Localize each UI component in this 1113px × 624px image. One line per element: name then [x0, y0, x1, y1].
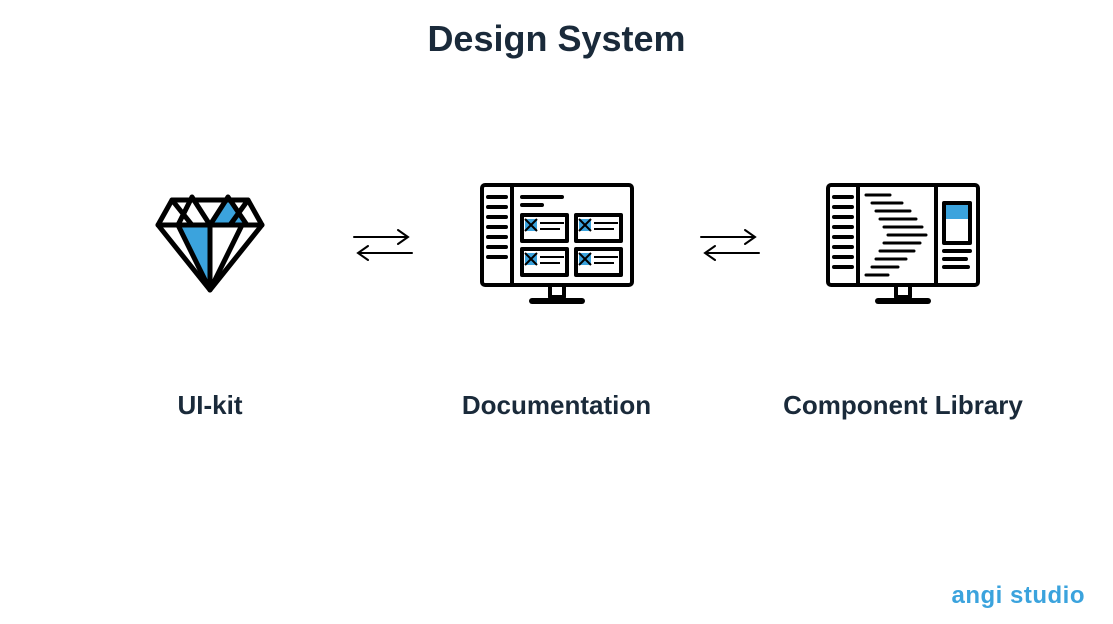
documentation-label: Documentation	[427, 390, 687, 421]
page-title: Design System	[0, 0, 1113, 60]
brand-logo: angi studio	[952, 582, 1086, 610]
labels-row: UI-kit Documentation Component Library	[0, 390, 1113, 421]
component-library-monitor-icon	[818, 170, 988, 320]
diamond-icon	[150, 170, 270, 320]
uikit-label: UI-kit	[80, 390, 340, 421]
bidirectional-arrow-icon	[343, 225, 423, 265]
component-library-column	[773, 170, 1033, 320]
bidirectional-arrow-icon	[690, 225, 770, 265]
documentation-column	[427, 170, 687, 320]
documentation-monitor-icon	[472, 170, 642, 320]
component-library-label: Component Library	[773, 390, 1033, 421]
uikit-column	[80, 170, 340, 320]
diagram-row	[0, 170, 1113, 320]
